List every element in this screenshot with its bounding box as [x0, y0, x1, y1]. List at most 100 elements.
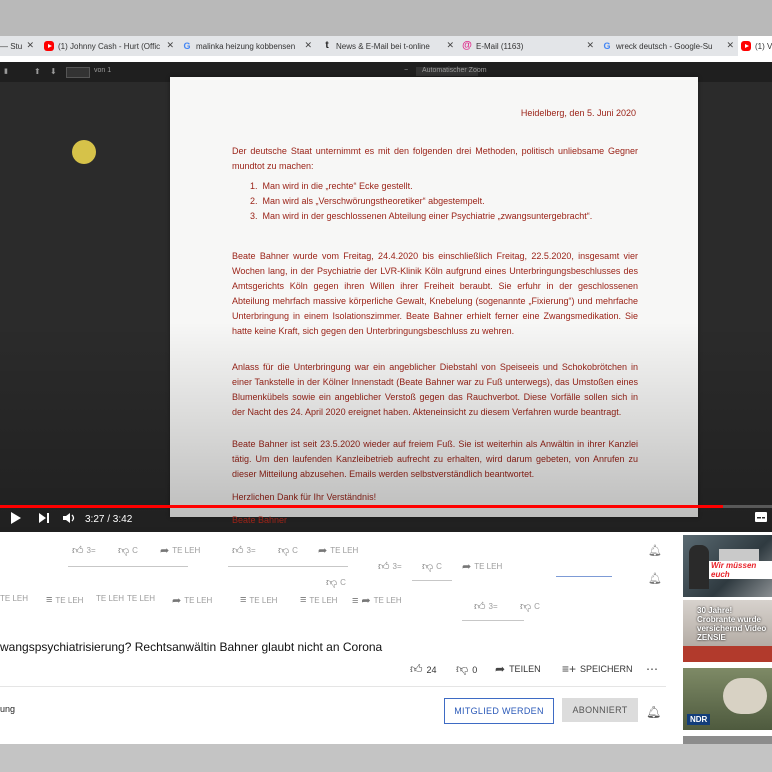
cursor-highlight	[72, 140, 96, 164]
ghost-divider	[412, 580, 452, 581]
browser-tab[interactable]: — Stu ✕	[0, 36, 38, 56]
play-button[interactable]	[10, 511, 22, 525]
ghost-bell: 🔔︎	[648, 572, 662, 585]
page-down-icon: ⬇	[50, 67, 57, 76]
more-actions-button[interactable]: ⋯	[646, 662, 662, 676]
tab-close-icon[interactable]: ✕	[446, 40, 454, 51]
subtitles-icon	[755, 512, 767, 522]
volume-icon	[63, 513, 75, 523]
letter-paragraph: Anlass für die Unterbringung war ein ang…	[232, 362, 638, 417]
recommendation-thumbnail[interactable]: 30 Jahre! Crobrante wurde versichernd Vi…	[683, 600, 772, 662]
join-membership-button[interactable]: MITGLIED WERDEN	[444, 698, 554, 724]
letter-paragraph: Beate Bahner wurde vom Freitag, 24.4.202…	[232, 251, 638, 336]
channel-name[interactable]: ung	[0, 704, 15, 714]
thumb-up-icon: 👍︎	[474, 601, 486, 613]
letter-closing: Herzlichen Dank für Ihr Verständnis!	[232, 492, 377, 502]
ghost-divider	[556, 576, 612, 577]
bell-icon: 🔔︎	[648, 545, 662, 557]
tab-close-icon[interactable]: ✕	[726, 40, 734, 51]
time-display: 3:27 / 3:42	[85, 514, 133, 525]
ghost-like: 👍︎ 3=	[378, 560, 402, 573]
ghost-like-count: 3=	[246, 546, 256, 555]
recommendation-thumbnail[interactable]: Wir müssen euch	[683, 535, 772, 597]
playlist-add-icon: ≡+	[562, 662, 577, 676]
browser-tab[interactable]: @ E-Mail (1163) ✕	[458, 36, 598, 56]
recommendation-thumbnail[interactable]	[683, 736, 772, 744]
video-progress-bar[interactable]	[0, 505, 772, 508]
browser-tab-strip: — Stu ✕ (1) Johnny Cash - Hurt (Offic ✕ …	[0, 36, 772, 56]
ghost-save: ≡ TE LEH	[240, 594, 277, 606]
zoom-out-icon: −	[404, 67, 409, 74]
dislike-button[interactable]: 👎︎ 0	[456, 662, 477, 677]
save-label: SPEICHERN	[580, 664, 633, 674]
playlist-add-icon: ≡	[46, 594, 53, 606]
tab-label: (1) Johnny Cash - Hurt (Offic	[58, 41, 161, 51]
tab-close-icon[interactable]: ✕	[166, 40, 174, 51]
save-button[interactable]: ≡+ SPEICHERN	[562, 662, 633, 676]
share-icon: ➦	[160, 545, 170, 557]
page-number-input	[66, 67, 90, 78]
subtitles-button[interactable]	[754, 511, 768, 523]
letter-list-item: 1. Man wird in die „rechte“ Ecke gestell…	[250, 181, 413, 191]
youtube-favicon-icon	[44, 41, 54, 51]
ghost-dislike: 👎︎ C	[278, 544, 298, 557]
ghost-share: ➦ TE LEH	[318, 544, 358, 557]
browser-tab-active[interactable]: (1) V	[738, 36, 772, 56]
recommendation-thumbnail[interactable]: NDR	[683, 668, 772, 730]
share-icon: ➦	[361, 595, 371, 607]
ghost-like-count: 3=	[488, 602, 498, 611]
browser-tab[interactable]: G wreck deutsch - Google-Su ✕	[598, 36, 738, 56]
ghost-save-label: TE LEH	[0, 594, 29, 603]
browser-tab[interactable]: (1) Johnny Cash - Hurt (Offic ✕	[42, 36, 178, 56]
t-online-favicon-icon: t	[325, 40, 329, 51]
ghost-dislike-count: C	[340, 578, 346, 587]
thumbnail-caption: Wir müssen euch	[709, 561, 772, 579]
letter-list-item: 3. Man wird in der geschlossenen Abteilu…	[250, 211, 593, 221]
ghost-divider	[68, 566, 188, 567]
thumbnail-banner	[683, 646, 772, 662]
more-horizontal-icon: ⋯	[646, 662, 658, 676]
tab-close-icon[interactable]: ✕	[586, 40, 594, 51]
thumb-down-icon: 👎︎	[456, 662, 469, 676]
ghost-dislike-count: C	[292, 546, 298, 555]
browser-tab[interactable]: t News & E-Mail bei t-online ✕	[318, 36, 458, 56]
ghost-save-label: TE LEH	[249, 595, 278, 605]
share-icon: ➦	[172, 595, 182, 607]
video-player[interactable]: ▮ ⬆ ⬇ von 1 − Automatischer Zoom Heidelb…	[0, 62, 772, 532]
playlist-add-icon: ≡	[300, 594, 307, 606]
animal-shape	[723, 678, 767, 714]
ghost-like: 👍︎ 3=	[474, 600, 498, 613]
ghost-divider	[228, 566, 348, 567]
letter-date: Heidelberg, den 5. Juni 2020	[520, 108, 636, 118]
share-icon: ➦	[495, 662, 506, 676]
ghost-dislike-count: C	[534, 602, 540, 611]
subscribed-button[interactable]: ABONNIERT	[562, 698, 638, 722]
thumb-down-icon: 👎︎	[422, 561, 434, 573]
ghost-share-label: TE LEH	[172, 546, 201, 555]
tab-close-icon[interactable]: ✕	[26, 40, 34, 51]
volume-button[interactable]	[62, 511, 76, 525]
share-button[interactable]: ➦ TEILEN	[495, 662, 541, 676]
page-count-label: von 1	[94, 67, 112, 74]
window-bottom-edge	[0, 744, 772, 772]
letter-intro: Der deutsche Staat unternimmt es mit den…	[232, 146, 638, 171]
share-icon: ➦	[462, 561, 472, 573]
like-button[interactable]: 👍︎ 24	[410, 662, 437, 677]
ghost-share: ➦ TE LEH	[462, 560, 502, 573]
section-divider	[0, 686, 666, 687]
person-figure	[689, 545, 709, 589]
tab-close-icon[interactable]: ✕	[304, 40, 312, 51]
share-icon: ➦	[318, 545, 328, 557]
tab-label: wreck deutsch - Google-Su	[616, 41, 713, 51]
playlist-add-icon: ≡	[352, 594, 359, 607]
browser-tab[interactable]: G malinka heizung kobbensen ✕	[180, 36, 316, 56]
thumb-down-icon: 👎︎	[118, 545, 130, 557]
next-button[interactable]	[38, 511, 50, 525]
share-label: TEILEN	[509, 664, 541, 674]
play-icon	[11, 512, 21, 524]
ghost-like: 👍︎ 3=	[232, 544, 256, 557]
ghost-share-label: TE LEH	[330, 546, 359, 555]
letter-list-text: Man wird in die „rechte“ Ecke gestellt.	[262, 181, 413, 191]
ghost-bell: 🔔︎	[648, 544, 662, 557]
notification-bell-icon[interactable]: 🔔︎	[646, 705, 661, 719]
